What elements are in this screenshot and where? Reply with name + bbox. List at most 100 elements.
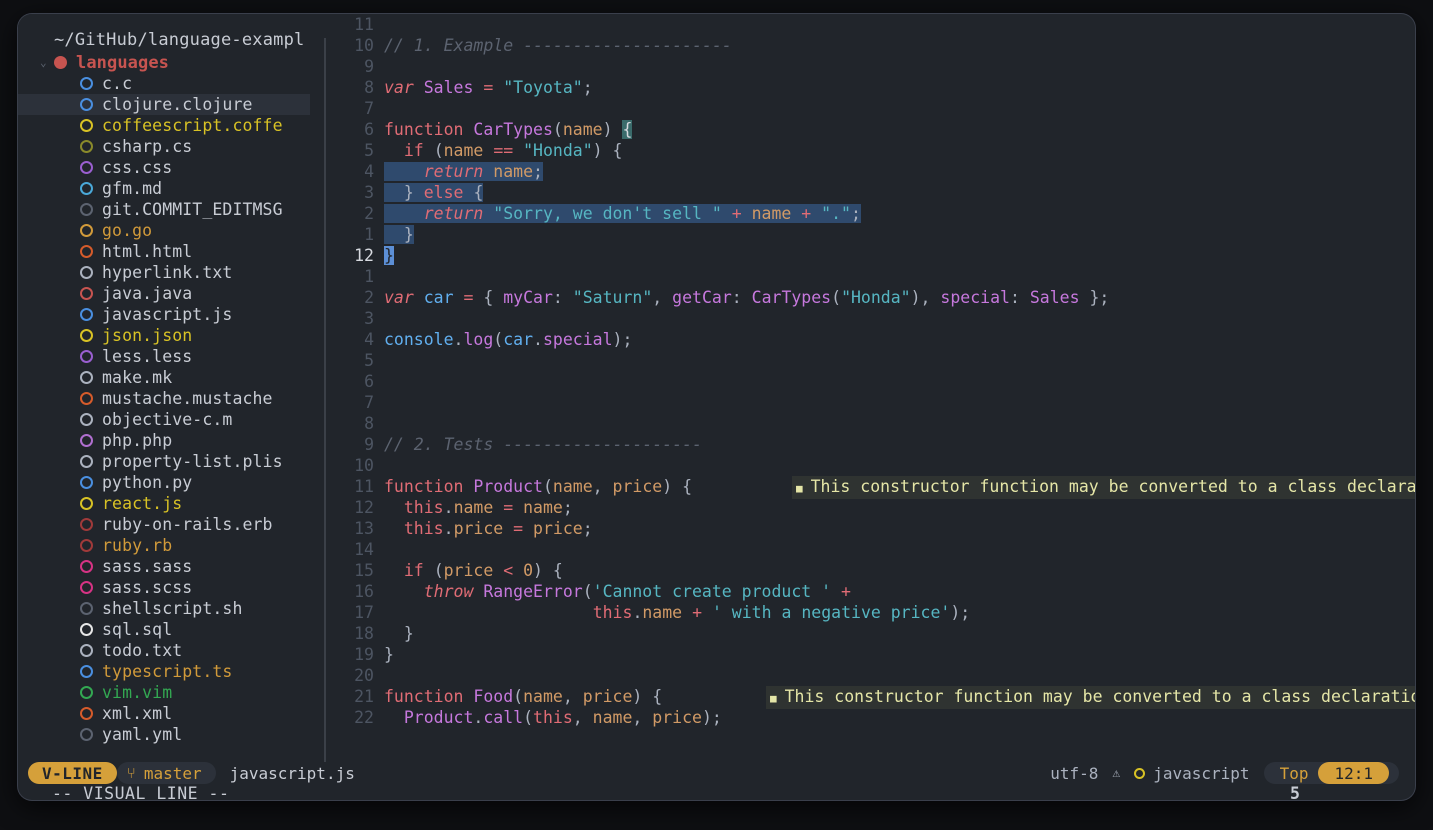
- code-line[interactable]: 10: [330, 455, 1415, 476]
- code-line[interactable]: 13 this.price = price;: [330, 518, 1415, 539]
- sidebar-item-javascript-js[interactable]: javascript.js: [18, 304, 310, 325]
- code-text[interactable]: } else {: [384, 182, 1415, 203]
- code-line[interactable]: 19}: [330, 644, 1415, 665]
- code-line[interactable]: 6 function CarTypes(name) {: [330, 119, 1415, 140]
- code-line[interactable]: 5 if (name == "Honda") {: [330, 140, 1415, 161]
- code-line[interactable]: 7: [330, 392, 1415, 413]
- sidebar-item-yaml-yml[interactable]: yaml.yml: [18, 724, 310, 745]
- code-text[interactable]: [384, 56, 1415, 77]
- code-line[interactable]: 8: [330, 413, 1415, 434]
- code-text[interactable]: [384, 413, 1415, 434]
- sidebar-item-csharp-cs[interactable]: csharp.cs: [18, 136, 310, 157]
- sidebar-item-java-java[interactable]: java.java: [18, 283, 310, 304]
- sidebar-item-make-mk[interactable]: make.mk: [18, 367, 310, 388]
- code-line[interactable]: 15 if (price < 0) {: [330, 560, 1415, 581]
- code-text[interactable]: [384, 98, 1415, 119]
- code-line[interactable]: 17 this.name + ' with a negative price')…: [330, 602, 1415, 623]
- sidebar-item-c-c[interactable]: c.c: [18, 73, 310, 94]
- code-line[interactable]: 2 return "Sorry, we don't sell " + name …: [330, 203, 1415, 224]
- sidebar-item-less-less[interactable]: less.less: [18, 346, 310, 367]
- status-branch[interactable]: ⑂ master: [116, 762, 216, 784]
- code-text[interactable]: this.price = price;: [384, 518, 1415, 539]
- code-text[interactable]: }: [384, 644, 1415, 665]
- code-text[interactable]: [384, 539, 1415, 560]
- code-text[interactable]: [384, 308, 1415, 329]
- code-text[interactable]: [384, 665, 1415, 686]
- sidebar-item-property-list-plis[interactable]: property-list.plis: [18, 451, 310, 472]
- code-text[interactable]: // 1. Example ---------------------: [384, 35, 1415, 56]
- code-line[interactable]: 1 }: [330, 224, 1415, 245]
- code-line[interactable]: 3 } else {: [330, 182, 1415, 203]
- sidebar-item-vim-vim[interactable]: vim.vim: [18, 682, 310, 703]
- code-text[interactable]: [384, 392, 1415, 413]
- code-text[interactable]: if (price < 0) {: [384, 560, 1415, 581]
- sidebar-item-clojure-clojure[interactable]: clojure.clojure: [18, 94, 310, 115]
- sidebar-folder-languages[interactable]: ⌄ languages: [18, 52, 310, 73]
- sidebar-item-git-commit-editmsg[interactable]: git.COMMIT_EDITMSG: [18, 199, 310, 220]
- code-line[interactable]: 21 function Food(name, price) {■ This cons…: [330, 686, 1415, 709]
- code-line[interactable]: 20: [330, 665, 1415, 686]
- code-line[interactable]: 12 this.name = name;: [330, 497, 1415, 518]
- sidebar-item-coffeescript-coffe[interactable]: coffeescript.coffe: [18, 115, 310, 136]
- sidebar-item-mustache-mustache[interactable]: mustache.mustache: [18, 388, 310, 409]
- sidebar-item-react-js[interactable]: react.js: [18, 493, 310, 514]
- code-text[interactable]: var car = { myCar: "Saturn", getCar: Car…: [384, 287, 1415, 308]
- code-line[interactable]: 12}: [330, 245, 1415, 266]
- code-text[interactable]: Product.call(this, name, price);: [384, 707, 1415, 728]
- code-editor[interactable]: 11 10// 1. Example --------------------- 9…: [330, 14, 1415, 762]
- code-line[interactable]: 1: [330, 266, 1415, 287]
- sidebar-item-hyperlink-txt[interactable]: hyperlink.txt: [18, 262, 310, 283]
- code-line[interactable]: 6: [330, 371, 1415, 392]
- sidebar-item-json-json[interactable]: json.json: [18, 325, 310, 346]
- code-text[interactable]: console.log(car.special);: [384, 329, 1415, 350]
- code-line[interactable]: 18 }: [330, 623, 1415, 644]
- code-text[interactable]: function CarTypes(name) {: [384, 119, 1415, 140]
- code-text[interactable]: function Product(name, price) {■ This con…: [384, 476, 1415, 499]
- sidebar-item-todo-txt[interactable]: todo.txt: [18, 640, 310, 661]
- code-text[interactable]: // 2. Tests --------------------: [384, 434, 1415, 455]
- code-text[interactable]: throw RangeError('Cannot create product …: [384, 581, 1415, 602]
- code-text[interactable]: this.name = name;: [384, 497, 1415, 518]
- sidebar-item-sql-sql[interactable]: sql.sql: [18, 619, 310, 640]
- sidebar-item-css-css[interactable]: css.css: [18, 157, 310, 178]
- sidebar-file-list[interactable]: c.c clojure.clojure coffeescript.coffe csha…: [18, 73, 310, 745]
- code-line[interactable]: 4 console.log(car.special);: [330, 329, 1415, 350]
- sidebar-item-typescript-ts[interactable]: typescript.ts: [18, 661, 310, 682]
- code-line[interactable]: 14: [330, 539, 1415, 560]
- code-line[interactable]: 22 Product.call(this, name, price);: [330, 707, 1415, 728]
- code-text[interactable]: return "Sorry, we don't sell " + name + …: [384, 203, 1415, 224]
- sidebar-item-sass-sass[interactable]: sass.sass: [18, 556, 310, 577]
- code-text[interactable]: var Sales = "Toyota";: [384, 77, 1415, 98]
- sidebar-item-ruby-on-rails-erb[interactable]: ruby-on-rails.erb: [18, 514, 310, 535]
- code-line[interactable]: 16 throw RangeError('Cannot create produ…: [330, 581, 1415, 602]
- code-line[interactable]: 10 // 1. Example ---------------------: [330, 35, 1415, 56]
- code-text[interactable]: [384, 266, 1415, 287]
- sidebar-item-html-html[interactable]: html.html: [18, 241, 310, 262]
- file-tree-sidebar[interactable]: ~/GitHub/language-exampl ⌄ languages c.c…: [18, 14, 310, 762]
- chevron-down-icon[interactable]: ⌄: [40, 57, 54, 68]
- code-text[interactable]: }: [384, 224, 1415, 245]
- code-line[interactable]: 9 // 2. Tests --------------------: [330, 434, 1415, 455]
- sidebar-item-ruby-rb[interactable]: ruby.rb: [18, 535, 310, 556]
- code-text[interactable]: }: [384, 623, 1415, 644]
- code-line[interactable]: 5: [330, 350, 1415, 371]
- code-text[interactable]: if (name == "Honda") {: [384, 140, 1415, 161]
- code-line[interactable]: 11 function Product(name, price) {■ This c…: [330, 476, 1415, 499]
- sidebar-item-python-py[interactable]: python.py: [18, 472, 310, 493]
- sidebar-item-go-go[interactable]: go.go: [18, 220, 310, 241]
- code-text[interactable]: [384, 455, 1415, 476]
- code-line[interactable]: 9: [330, 56, 1415, 77]
- code-line[interactable]: 11: [330, 14, 1415, 35]
- sidebar-item-shellscript-sh[interactable]: shellscript.sh: [18, 598, 310, 619]
- code-text[interactable]: this.name + ' with a negative price');: [384, 602, 1415, 623]
- sidebar-item-objective-c-m[interactable]: objective-c.m: [18, 409, 310, 430]
- sidebar-item-gfm-md[interactable]: gfm.md: [18, 178, 310, 199]
- sidebar-item-sass-scss[interactable]: sass.scss: [18, 577, 310, 598]
- code-line[interactable]: 2 var car = { myCar: "Saturn", getCar: Ca…: [330, 287, 1415, 308]
- code-text[interactable]: [384, 350, 1415, 371]
- code-line[interactable]: 4 return name;: [330, 161, 1415, 182]
- code-text[interactable]: }: [384, 245, 1415, 266]
- code-text[interactable]: function Food(name, price) {■ This constr…: [384, 686, 1415, 709]
- code-line[interactable]: 7: [330, 98, 1415, 119]
- sidebar-item-xml-xml[interactable]: xml.xml: [18, 703, 310, 724]
